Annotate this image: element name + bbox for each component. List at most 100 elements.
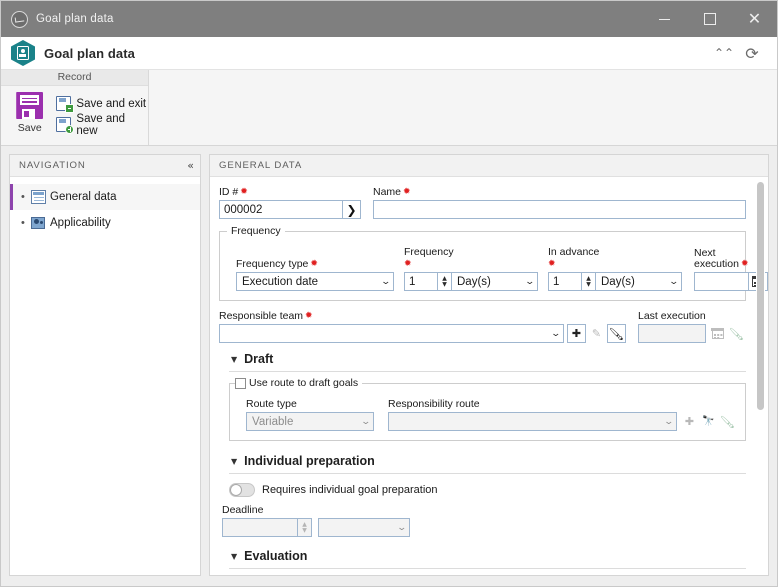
collapse-navigation-button[interactable]: « <box>187 159 194 172</box>
minimize-button[interactable] <box>642 1 687 37</box>
frequency-input-wrap: ▲▼ Day(s) ⌄ <box>404 272 538 291</box>
use-route-groupbox: Use route to draft goals Route type Vari… <box>229 377 746 441</box>
id-field-group: ID #✹ ❯ <box>219 186 361 219</box>
deadline-unit-select[interactable]: ⌄ <box>318 518 410 537</box>
responsible-team-select[interactable]: ⌄ <box>219 324 564 343</box>
frequency-unit-select[interactable]: Day(s) ⌄ <box>452 272 538 291</box>
route-type-field: Route type Variable ⌄ <box>246 398 376 431</box>
required-marker-icon: ✹ <box>305 311 313 321</box>
navigation-header: NAVIGATION « <box>10 155 200 177</box>
in-advance-input[interactable] <box>548 272 582 291</box>
plus-badge-icon <box>65 125 75 134</box>
collapse-ribbon-button[interactable]: ⌃⌃ <box>711 40 737 66</box>
in-advance-label: In advance ✹ <box>548 246 600 269</box>
draft-section-title: Draft <box>244 352 274 366</box>
maximize-button[interactable] <box>687 1 732 37</box>
bullet-icon: • <box>21 216 25 229</box>
next-execution-input[interactable] <box>694 272 749 291</box>
last-execution-field: Last execution 🖌 <box>638 310 746 343</box>
exit-arrow-badge-icon <box>65 104 75 113</box>
responsible-team-clear-button[interactable]: 🖌 <box>607 324 626 343</box>
last-execution-input[interactable] <box>638 324 706 343</box>
save-and-new-button[interactable]: Save and new <box>56 113 148 137</box>
draft-section-header[interactable]: ▼ Draft <box>231 352 746 366</box>
id-card-icon <box>17 46 29 60</box>
sidebar-item-applicability[interactable]: • Applicability <box>10 210 200 236</box>
id-input-wrap: ❯ <box>219 200 361 219</box>
triangle-down-icon: ▼ <box>231 354 238 364</box>
app-header: Goal plan data ⌃⌃ ⟳ <box>1 37 777 70</box>
in-advance-input-wrap: ▲▼ Day(s) ⌄ <box>548 272 682 291</box>
triangle-down-icon: ▼ <box>231 551 238 561</box>
window-titlebar: Goal plan data ✕ <box>1 1 777 37</box>
last-execution-calendar-button[interactable] <box>708 324 727 343</box>
in-advance-unit-value: Day(s) <box>601 275 635 288</box>
name-label: Name ✹ <box>373 186 411 198</box>
sidebar-item-label: Applicability <box>50 217 111 229</box>
ribbon-small-buttons: Save and exit Save and new <box>56 90 148 145</box>
main-body: NAVIGATION « • General data • Applicabil… <box>1 146 777 586</box>
required-marker-icon: ✹ <box>404 259 412 269</box>
responsibility-route-clear-button[interactable]: 🖌 <box>718 412 737 431</box>
close-button[interactable]: ✕ <box>732 1 777 37</box>
ribbon-toolbar: Record Save Save and exit Save and new <box>1 70 777 146</box>
use-route-checkbox[interactable]: Use route to draft goals <box>235 377 363 389</box>
content-scrollbar[interactable] <box>756 182 765 572</box>
responsible-team-edit-button[interactable]: ✎ <box>587 324 606 343</box>
evaluation-section-header[interactable]: ▼ Evaluation <box>231 549 746 563</box>
in-advance-stepper[interactable]: ▲ ▼ <box>582 272 596 291</box>
in-advance-unit-select[interactable]: Day(s) ⌄ <box>596 272 682 291</box>
last-execution-clear-button[interactable]: 🖌 <box>727 324 746 343</box>
binoculars-icon: 🔭 <box>702 416 715 427</box>
responsibility-route-input-wrap: ⌄ ✚ 🔭 🖌 <box>388 412 737 431</box>
frequency-input[interactable] <box>404 272 438 291</box>
responsibility-route-search-button[interactable]: 🔭 <box>699 412 718 431</box>
save-and-exit-button[interactable]: Save and exit <box>56 93 148 114</box>
frequency-unit-value: Day(s) <box>457 275 491 288</box>
name-input[interactable] <box>373 200 746 219</box>
required-marker-icon: ✹ <box>548 259 556 269</box>
deadline-input[interactable] <box>222 518 298 537</box>
brush-icon: 🖌 <box>608 326 625 341</box>
ribbon-group-record: Record Save Save and exit Save and new <box>1 70 149 145</box>
sidebar-item-general-data[interactable]: • General data <box>10 184 200 210</box>
requires-individual-preparation-toggle[interactable]: Requires individual goal preparation <box>229 483 746 497</box>
chevron-down-icon: ⌄ <box>524 276 536 287</box>
responsible-team-add-button[interactable]: ✚ <box>567 324 586 343</box>
responsible-team-row: Responsible team ✹ ⌄ ✚ ✎ 🖌 Last executio… <box>219 310 746 343</box>
frequency-type-select[interactable]: Execution date ⌄ <box>236 272 394 291</box>
name-field-group: Name ✹ <box>373 186 746 219</box>
required-marker-icon: ✹ <box>310 259 318 269</box>
close-icon: ✕ <box>747 9 762 28</box>
id-input[interactable] <box>219 200 343 219</box>
content-panel: GENERAL DATA ID #✹ ❯ Name✹ <box>209 154 769 576</box>
deadline-stepper[interactable]: ▲ ▼ <box>298 518 312 537</box>
route-row: Route type Variable ⌄ Responsibility rou… <box>238 398 737 431</box>
id-label: ID # ✹ <box>219 186 248 198</box>
navigation-header-label: NAVIGATION <box>19 160 86 171</box>
responsibility-route-label: Responsibility route <box>388 398 480 410</box>
id-name-row: ID #✹ ❯ Name✹ <box>219 186 746 219</box>
window-title: Goal plan data <box>36 13 114 25</box>
floppy-shutter-shape <box>22 109 36 119</box>
frequency-stepper[interactable]: ▲ ▼ <box>438 272 452 291</box>
toggle-knob <box>230 484 242 496</box>
chevron-down-icon: ⌄ <box>668 276 680 287</box>
refresh-button[interactable]: ⟳ <box>739 40 765 66</box>
window-controls: ✕ <box>642 1 777 37</box>
responsibility-route-add-button[interactable]: ✚ <box>680 412 699 431</box>
responsibility-route-select[interactable]: ⌄ <box>388 412 677 431</box>
triangle-down-icon: ▼ <box>231 456 238 466</box>
refresh-icon: ⟳ <box>745 43 759 63</box>
chevron-down-icon: ⌄ <box>663 416 675 427</box>
id-navigate-button[interactable]: ❯ <box>343 200 361 219</box>
route-type-select[interactable]: Variable ⌄ <box>246 412 374 431</box>
frequency-value-field: Frequency✹ ▲▼ Day(s) ⌄ <box>404 246 538 291</box>
general-data-icon <box>31 190 46 204</box>
frequency-type-field: Frequency type ✹ Execution date ⌄ <box>236 258 394 291</box>
save-button[interactable]: Save <box>9 90 50 145</box>
scrollbar-thumb[interactable] <box>757 182 764 410</box>
individual-preparation-section-header[interactable]: ▼ Individual preparation <box>231 454 746 468</box>
responsible-team-label: Responsible team ✹ <box>219 310 313 322</box>
goal-plan-data-window: Goal plan data ✕ Goal plan data ⌃⌃ ⟳ Rec… <box>0 0 778 587</box>
